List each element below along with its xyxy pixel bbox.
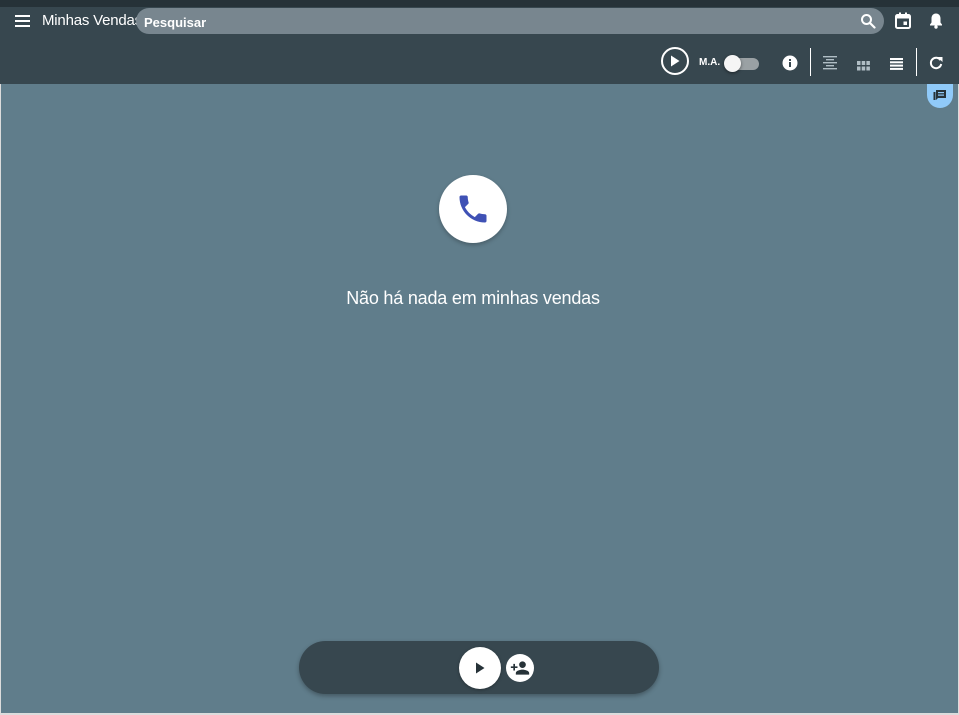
info-icon[interactable] (782, 55, 798, 76)
play-circle-icon[interactable] (661, 47, 689, 75)
app-title: Minhas Vendas (42, 12, 142, 29)
ma-toggle[interactable] (724, 55, 759, 72)
calendar-icon[interactable] (895, 12, 911, 34)
bell-icon[interactable] (929, 12, 943, 34)
ma-label: M.A. (699, 57, 721, 68)
list-view-icon[interactable] (890, 57, 903, 75)
toolbar-divider (810, 48, 811, 76)
search-input[interactable] (142, 11, 846, 33)
play-button[interactable] (459, 647, 501, 689)
toggle-thumb (724, 55, 741, 72)
empty-state-badge (439, 175, 507, 243)
app-frame (0, 0, 959, 715)
grid-view-icon[interactable] (857, 58, 870, 76)
menu-icon[interactable] (12, 12, 34, 30)
add-person-button[interactable] (506, 654, 534, 682)
empty-message: Não há nada em minhas vendas (346, 288, 600, 308)
refresh-icon[interactable] (929, 56, 943, 75)
search-bar[interactable] (136, 8, 884, 34)
toolbar-divider (916, 48, 917, 76)
search-icon[interactable] (860, 13, 876, 29)
align-center-icon[interactable] (823, 56, 837, 75)
